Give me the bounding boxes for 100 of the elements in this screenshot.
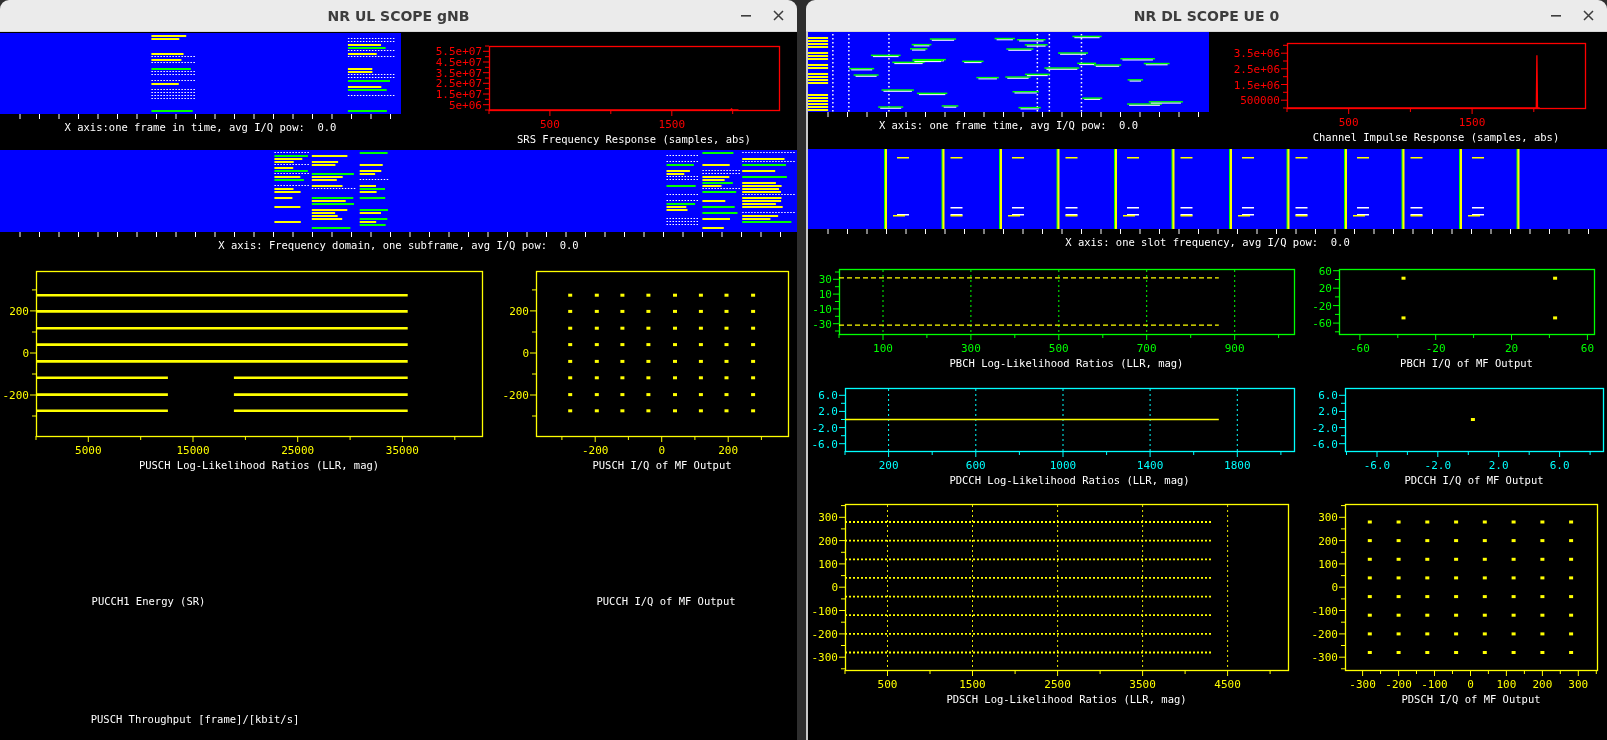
- tick-label: 2500: [1044, 678, 1071, 691]
- tick-label: 0: [658, 444, 665, 457]
- tick-label: 300: [1568, 678, 1589, 691]
- chart-caption: PUSCH Throughput [frame]/[kbit/s]: [90, 712, 300, 726]
- tick-label: 0: [1331, 581, 1338, 595]
- tick-label: 2.5e+06: [1233, 62, 1280, 76]
- tick-label: -20: [1312, 299, 1332, 313]
- tick-label: 300: [818, 511, 838, 525]
- tick-label: -6.0: [1311, 437, 1338, 451]
- tick-label: 20: [1504, 342, 1519, 355]
- tick-label: -200: [2, 389, 29, 402]
- tick-label: 35000: [385, 444, 419, 457]
- tick-label: -60: [1349, 342, 1370, 355]
- chart-caption: PUSCH I/Q of MF Output: [592, 458, 732, 472]
- chart-caption: PDCCH Log-Likelihood Ratios (LLR, mag): [949, 473, 1190, 487]
- tick-label: 0: [22, 347, 29, 360]
- tick-label: 20: [1318, 282, 1332, 296]
- tick-label: 1.5e+07: [435, 88, 482, 101]
- tick-label: -200: [1311, 627, 1338, 641]
- tick-label: 0: [522, 347, 529, 360]
- chart-caption: PBCH I/Q of MF Output: [1400, 356, 1533, 370]
- tick-label: 30: [818, 273, 832, 287]
- tick-label: -10: [812, 302, 832, 316]
- tick-label: 200: [1532, 678, 1553, 691]
- tick-label: 1000: [1049, 459, 1077, 472]
- tick-label: 4500: [1214, 678, 1241, 691]
- tick-label: 300: [960, 342, 981, 355]
- chart-caption: PBCH Log-Likelihood Ratios (LLR, mag): [949, 356, 1184, 370]
- tick-label: -200: [581, 444, 609, 457]
- tick-label: 100: [1318, 557, 1338, 571]
- chart-caption: PDSCH Log-Likelihood Ratios (LLR, mag): [946, 692, 1187, 706]
- tick-label: 2.0: [1318, 405, 1338, 419]
- tick-label: -200: [811, 627, 838, 641]
- tick-label: 300: [1318, 511, 1338, 525]
- tick-label: 3500: [1129, 678, 1156, 691]
- tick-label: 1500: [658, 118, 686, 131]
- tick-label: 5.5e+07: [435, 45, 482, 59]
- tick-label: -100: [1311, 604, 1338, 618]
- tick-label: 1800: [1224, 459, 1251, 472]
- tick-label: 600: [965, 459, 986, 472]
- tick-label: -100: [1421, 678, 1448, 691]
- waterfall-caption: X axis: one frame time, avg I/Q pow: 0.0: [878, 118, 1139, 132]
- tick-label: -30: [812, 317, 832, 331]
- tick-label: 60: [1580, 342, 1595, 355]
- tick-label: 3.5e+06: [1233, 47, 1280, 61]
- window-title: NR DL SCOPE UE 0: [1133, 7, 1280, 24]
- tick-label: 900: [1224, 342, 1245, 355]
- tick-label: 500: [539, 118, 560, 131]
- tick-label: 3.5e+07: [435, 66, 482, 80]
- tick-label: 2.5e+07: [435, 77, 482, 91]
- tick-label: -300: [811, 651, 838, 665]
- chart-caption: PUCCH I/Q of MF Output: [596, 594, 736, 608]
- tick-label: 10: [818, 288, 832, 302]
- tick-label: 60: [1318, 264, 1332, 278]
- tick-label: 200: [509, 304, 529, 318]
- tick-label: 0: [831, 581, 838, 595]
- tick-label: 6.0: [818, 389, 838, 403]
- tick-label: 200: [1318, 534, 1338, 548]
- tick-label: -6.0: [811, 437, 838, 451]
- tick-label: -100: [811, 604, 838, 618]
- chart-caption: PUSCH Log-Likelihood Ratios (LLR, mag): [138, 458, 380, 472]
- tick-label: 100: [818, 557, 838, 571]
- tick-label: 500: [1048, 342, 1069, 355]
- tick-label: -200: [1385, 678, 1412, 691]
- tick-label: 6.0: [1318, 389, 1338, 403]
- tick-label: 5e+06: [448, 98, 482, 112]
- tick-label: -20: [1425, 342, 1446, 355]
- tick-label: 6.0: [1549, 459, 1570, 472]
- tick-label: 700: [1136, 342, 1157, 355]
- tick-label: 2.0: [1488, 459, 1509, 472]
- chart-caption: PUCCH1 Energy (SR): [91, 594, 206, 608]
- tick-label: 25000: [281, 444, 315, 457]
- tick-label: 100: [1496, 678, 1517, 691]
- tick-label: 200: [878, 459, 899, 472]
- tick-label: 200: [818, 534, 838, 548]
- chart-caption: Channel Impulse Response (samples, abs): [1312, 130, 1560, 144]
- chart-caption: PDCCH I/Q of MF Output: [1404, 473, 1544, 487]
- waterfall-caption: X axis:one frame in time, avg I/Q pow: 0.0: [64, 120, 337, 134]
- tick-label: -2.0: [1424, 459, 1452, 472]
- tick-label: 2.0: [818, 405, 838, 419]
- tick-label: 0: [1467, 678, 1474, 691]
- tick-label: -2.0: [1311, 421, 1338, 435]
- tick-label: -60: [1312, 317, 1332, 331]
- tick-label: 200: [9, 304, 29, 318]
- tick-label: -300: [1311, 651, 1338, 665]
- tick-label: -200: [502, 389, 529, 402]
- tick-label: 500: [877, 678, 898, 691]
- chart-caption: SRS Frequency Response (samples, abs): [517, 132, 751, 146]
- waterfall-caption: X axis: one slot frequency, avg I/Q pow: 0.0: [1065, 235, 1350, 249]
- tick-label: 100: [873, 342, 893, 355]
- tick-label: 5000: [75, 444, 102, 457]
- window-title: NR UL SCOPE gNB: [327, 7, 470, 24]
- tick-label: 1.5e+06: [1233, 78, 1280, 92]
- tick-label: 500000: [1240, 94, 1280, 108]
- waterfall-caption: X axis: Frequency domain, one subframe, avg I/Q pow: 0.0: [218, 238, 579, 252]
- tick-label: -300: [1349, 678, 1376, 691]
- tick-label: 1500: [959, 678, 986, 691]
- chart-caption: PDSCH I/Q of MF Output: [1401, 692, 1541, 706]
- tick-label: 500: [1338, 116, 1359, 129]
- tick-label: 15000: [176, 444, 210, 457]
